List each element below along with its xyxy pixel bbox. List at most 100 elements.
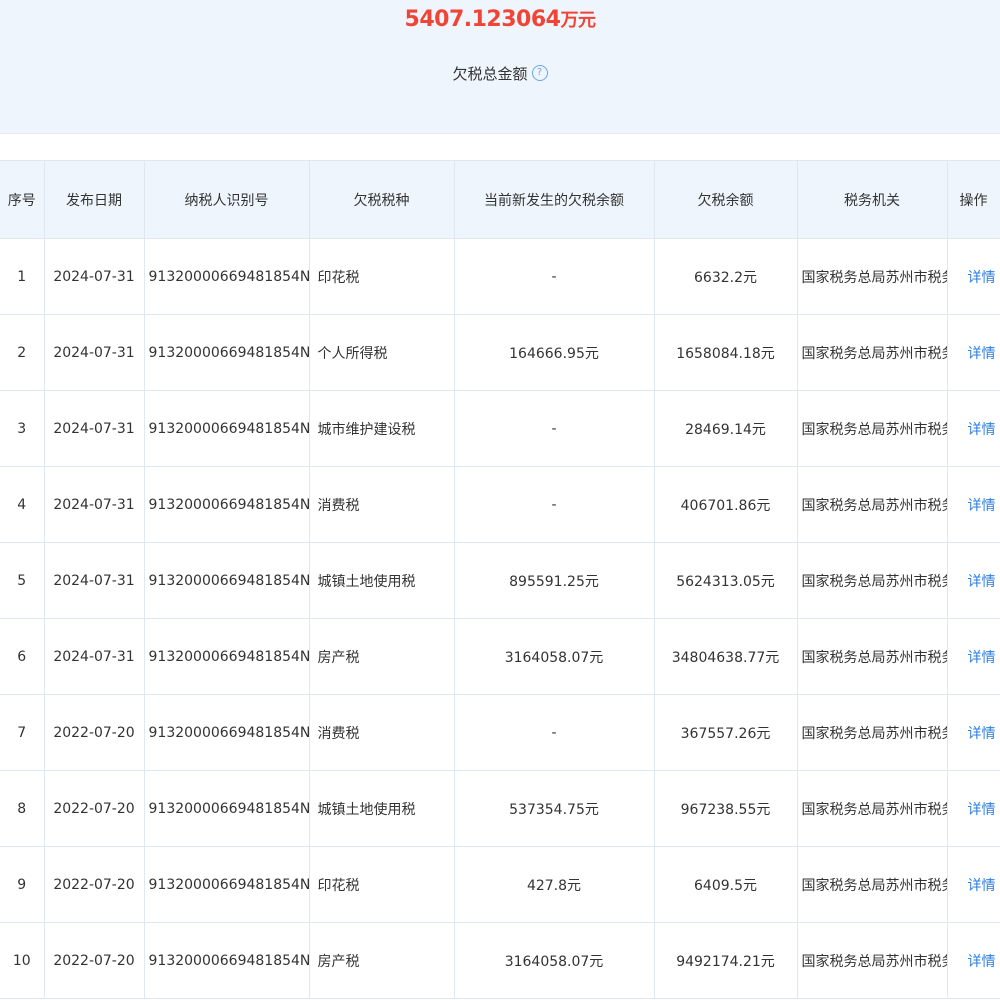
total-arrears-label-row: 欠税总金额? xyxy=(0,60,1000,88)
header-row: 序号 发布日期 纳税人识别号 欠税税种 当前新发生的欠税余额 欠税余额 税务机关… xyxy=(0,160,1000,239)
cell-authority: 国家税务总局苏州市税务局 xyxy=(796,770,948,847)
table-body: 1 2024-07-31 91320000669481854N 印花税 - 66… xyxy=(0,238,1000,999)
table-row: 7 2022-07-20 91320000669481854N 消费税 - 36… xyxy=(0,694,1000,771)
cell-new-balance: 164666.95元 xyxy=(453,314,655,391)
tax-arrears-table: 序号 发布日期 纳税人识别号 欠税税种 当前新发生的欠税余额 欠税余额 税务机关… xyxy=(0,160,1000,999)
cell-balance: 28469.14元 xyxy=(653,390,798,467)
cell-authority: 国家税务总局苏州市税务局 xyxy=(796,846,948,923)
cell-new-balance: - xyxy=(453,238,655,315)
cell-authority: 国家税务总局苏州市税务局 xyxy=(796,314,948,391)
cell-index: 4 xyxy=(0,466,45,543)
help-icon[interactable]: ? xyxy=(531,65,548,81)
detail-link[interactable]: 详情 xyxy=(946,238,1000,315)
header-new-balance: 当前新发生的欠税余额 xyxy=(453,160,655,239)
header-authority: 税务机关 xyxy=(796,160,948,239)
header-tax-type: 欠税税种 xyxy=(308,160,455,239)
header-balance: 欠税余额 xyxy=(653,160,798,239)
cell-balance: 406701.86元 xyxy=(653,466,798,543)
cell-tax-type: 城镇土地使用税 xyxy=(308,770,455,847)
detail-link[interactable]: 详情 xyxy=(946,466,1000,543)
cell-index: 9 xyxy=(0,846,45,923)
detail-link[interactable]: 详情 xyxy=(946,618,1000,695)
cell-taxpayer-id: 91320000669481854N xyxy=(143,694,310,771)
cell-tax-type: 印花税 xyxy=(308,238,455,315)
cell-balance: 34804638.77元 xyxy=(653,618,798,695)
table-row: 8 2022-07-20 91320000669481854N 城镇土地使用税 … xyxy=(0,770,1000,847)
cell-index: 6 xyxy=(0,618,45,695)
cell-authority: 国家税务总局苏州市税务局 xyxy=(796,390,948,467)
cell-taxpayer-id: 91320000669481854N xyxy=(143,238,310,315)
cell-date: 2024-07-31 xyxy=(43,618,145,695)
cell-tax-type: 消费税 xyxy=(308,694,455,771)
table-header: 序号 发布日期 纳税人识别号 欠税税种 当前新发生的欠税余额 欠税余额 税务机关… xyxy=(0,160,1000,239)
cell-tax-type: 消费税 xyxy=(308,466,455,543)
header-index: 序号 xyxy=(0,160,45,239)
cell-balance: 1658084.18元 xyxy=(653,314,798,391)
tax-arrears-table-container: 序号 发布日期 纳税人识别号 欠税税种 当前新发生的欠税余额 欠税余额 税务机关… xyxy=(0,160,1000,999)
cell-taxpayer-id: 91320000669481854N xyxy=(143,390,310,467)
cell-authority: 国家税务总局苏州市税务局 xyxy=(796,238,948,315)
table-row: 9 2022-07-20 91320000669481854N 印花税 427.… xyxy=(0,846,1000,923)
cell-date: 2024-07-31 xyxy=(43,466,145,543)
cell-date: 2024-07-31 xyxy=(43,238,145,315)
cell-balance: 5624313.05元 xyxy=(653,542,798,619)
cell-taxpayer-id: 91320000669481854N xyxy=(143,846,310,923)
table-row: 3 2024-07-31 91320000669481854N 城市维护建设税 … xyxy=(0,390,1000,467)
cell-taxpayer-id: 91320000669481854N xyxy=(143,922,310,999)
table-row: 2 2024-07-31 91320000669481854N 个人所得税 16… xyxy=(0,314,1000,391)
tax-arrears-summary: 5407.123064万元 欠税总金额? xyxy=(0,0,1000,134)
total-arrears-label: 欠税总金额 xyxy=(452,65,528,83)
cell-index: 7 xyxy=(0,694,45,771)
cell-authority: 国家税务总局苏州市税务局 xyxy=(796,466,948,543)
cell-new-balance: 3164058.07元 xyxy=(453,618,655,695)
header-action: 操作 xyxy=(946,160,1000,239)
cell-authority: 国家税务总局苏州市税务局 xyxy=(796,694,948,771)
cell-balance: 6632.2元 xyxy=(653,238,798,315)
cell-new-balance: 537354.75元 xyxy=(453,770,655,847)
cell-index: 8 xyxy=(0,770,45,847)
detail-link[interactable]: 详情 xyxy=(946,390,1000,467)
cell-taxpayer-id: 91320000669481854N xyxy=(143,542,310,619)
total-arrears-unit: 万元 xyxy=(560,10,596,31)
cell-taxpayer-id: 91320000669481854N xyxy=(143,466,310,543)
cell-index: 3 xyxy=(0,390,45,467)
cell-authority: 国家税务总局苏州市税务局 xyxy=(796,542,948,619)
total-arrears-value: 5407.123064 xyxy=(404,7,561,32)
detail-link[interactable]: 详情 xyxy=(946,314,1000,391)
table-row: 10 2022-07-20 91320000669481854N 房产税 316… xyxy=(0,922,1000,999)
table-row: 5 2024-07-31 91320000669481854N 城镇土地使用税 … xyxy=(0,542,1000,619)
cell-tax-type: 城镇土地使用税 xyxy=(308,542,455,619)
cell-taxpayer-id: 91320000669481854N xyxy=(143,314,310,391)
cell-balance: 9492174.21元 xyxy=(653,922,798,999)
cell-taxpayer-id: 91320000669481854N xyxy=(143,618,310,695)
cell-tax-type: 城市维护建设税 xyxy=(308,390,455,467)
cell-index: 10 xyxy=(0,922,45,999)
cell-tax-type: 印花税 xyxy=(308,846,455,923)
cell-new-balance: - xyxy=(453,466,655,543)
detail-link[interactable]: 详情 xyxy=(946,922,1000,999)
cell-authority: 国家税务总局苏州市税务局 xyxy=(796,618,948,695)
detail-link[interactable]: 详情 xyxy=(946,846,1000,923)
cell-index: 2 xyxy=(0,314,45,391)
table-row: 6 2024-07-31 91320000669481854N 房产税 3164… xyxy=(0,618,1000,695)
cell-index: 1 xyxy=(0,238,45,315)
detail-link[interactable]: 详情 xyxy=(946,770,1000,847)
cell-new-balance: 895591.25元 xyxy=(453,542,655,619)
cell-date: 2024-07-31 xyxy=(43,314,145,391)
cell-date: 2022-07-20 xyxy=(43,922,145,999)
header-taxpayer-id: 纳税人识别号 xyxy=(143,160,310,239)
cell-new-balance: 427.8元 xyxy=(453,846,655,923)
cell-balance: 6409.5元 xyxy=(653,846,798,923)
cell-date: 2024-07-31 xyxy=(43,542,145,619)
cell-balance: 367557.26元 xyxy=(653,694,798,771)
cell-date: 2024-07-31 xyxy=(43,390,145,467)
cell-new-balance: - xyxy=(453,694,655,771)
detail-link[interactable]: 详情 xyxy=(946,694,1000,771)
cell-tax-type: 个人所得税 xyxy=(308,314,455,391)
detail-link[interactable]: 详情 xyxy=(946,542,1000,619)
cell-tax-type: 房产税 xyxy=(308,618,455,695)
cell-balance: 967238.55元 xyxy=(653,770,798,847)
cell-date: 2022-07-20 xyxy=(43,694,145,771)
cell-date: 2022-07-20 xyxy=(43,846,145,923)
cell-date: 2022-07-20 xyxy=(43,770,145,847)
